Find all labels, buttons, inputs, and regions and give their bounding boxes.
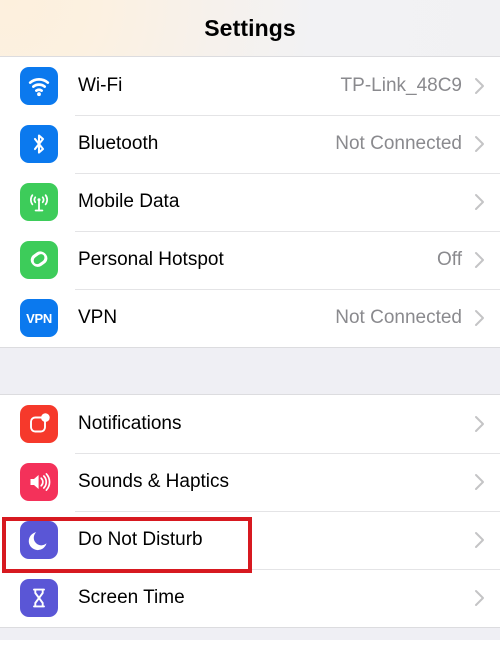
vpn-icon-label: VPN bbox=[26, 310, 52, 326]
bottom-group-separator bbox=[0, 627, 500, 640]
settings-row-label: Do Not Disturb bbox=[78, 529, 203, 550]
notifications-icon bbox=[20, 405, 58, 443]
settings-row-sounds-haptics[interactable]: Sounds & Haptics bbox=[0, 453, 500, 511]
settings-row-label: Screen Time bbox=[78, 587, 185, 608]
settings-row-wifi[interactable]: Wi-Fi TP-Link_48C9 bbox=[0, 57, 500, 115]
settings-row-label: Notifications bbox=[78, 413, 182, 434]
settings-row-value: Not Connected bbox=[335, 133, 462, 154]
settings-row-label: Mobile Data bbox=[78, 191, 180, 212]
page-title: Settings bbox=[204, 14, 296, 41]
do-not-disturb-icon bbox=[20, 521, 58, 559]
settings-row-do-not-disturb[interactable]: Do Not Disturb bbox=[0, 511, 500, 569]
chevron-right-icon bbox=[474, 250, 486, 270]
settings-row-vpn[interactable]: VPN VPN Not Connected bbox=[0, 289, 500, 347]
screen-time-icon bbox=[20, 579, 58, 617]
settings-row-bluetooth[interactable]: Bluetooth Not Connected bbox=[0, 115, 500, 173]
settings-row-value: TP-Link_48C9 bbox=[340, 75, 462, 96]
settings-screen: Settings Wi-Fi TP-Link_48C9 Bluetooth No… bbox=[0, 0, 500, 645]
bluetooth-icon bbox=[20, 125, 58, 163]
settings-row-label: Sounds & Haptics bbox=[78, 471, 230, 492]
settings-row-screen-time[interactable]: Screen Time bbox=[0, 569, 500, 627]
chevron-right-icon bbox=[474, 134, 486, 154]
vpn-icon: VPN bbox=[20, 299, 58, 337]
chevron-right-icon bbox=[474, 76, 486, 96]
group-separator bbox=[0, 347, 500, 395]
settings-row-label: Wi-Fi bbox=[78, 75, 123, 96]
chevron-right-icon bbox=[474, 472, 486, 492]
settings-group-connectivity: Wi-Fi TP-Link_48C9 Bluetooth Not Connect… bbox=[0, 57, 500, 347]
chevron-right-icon bbox=[474, 588, 486, 608]
settings-row-label: Personal Hotspot bbox=[78, 249, 224, 270]
settings-row-value: Not Connected bbox=[335, 307, 462, 328]
settings-row-personal-hotspot[interactable]: Personal Hotspot Off bbox=[0, 231, 500, 289]
wifi-icon bbox=[20, 67, 58, 105]
settings-row-label: VPN bbox=[78, 307, 118, 328]
settings-row-mobile-data[interactable]: Mobile Data bbox=[0, 173, 500, 231]
chevron-right-icon bbox=[474, 192, 486, 212]
chevron-right-icon bbox=[474, 414, 486, 434]
chevron-right-icon bbox=[474, 530, 486, 550]
settings-group-notifications: Notifications Sounds & Haptics Do Not Di… bbox=[0, 395, 500, 627]
mobile-data-icon bbox=[20, 183, 58, 221]
chevron-right-icon bbox=[474, 308, 486, 328]
settings-row-value: Off bbox=[437, 249, 462, 270]
settings-row-label: Bluetooth bbox=[78, 133, 159, 154]
navigation-bar: Settings bbox=[0, 0, 500, 57]
settings-row-notifications[interactable]: Notifications bbox=[0, 395, 500, 453]
personal-hotspot-icon bbox=[20, 241, 58, 279]
sounds-haptics-icon bbox=[20, 463, 58, 501]
